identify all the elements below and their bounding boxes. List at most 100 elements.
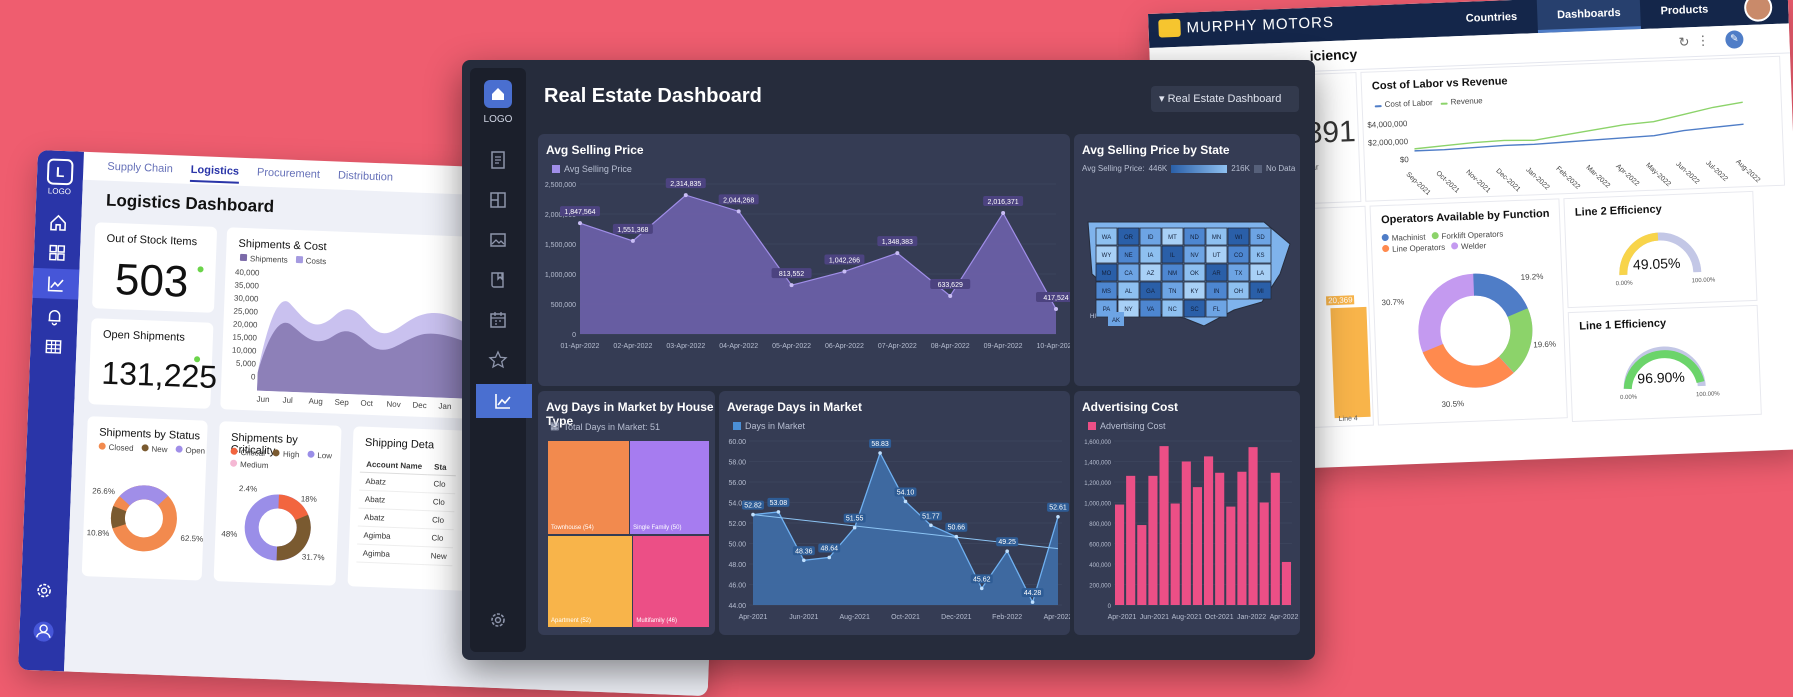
data-label: 813,552 <box>779 271 804 278</box>
grid-icon[interactable] <box>47 242 68 263</box>
logistics-logo: L <box>46 158 74 186</box>
slice-label: 62.5% <box>180 533 204 544</box>
state-label: UT <box>1213 253 1221 259</box>
x-tick: Jan <box>438 401 452 412</box>
x-tick: Jul-2022 <box>1704 159 1729 183</box>
cell: Clo <box>425 510 455 530</box>
x-tick: Sep-2021 <box>1404 171 1432 197</box>
price-by-state-card: Avg Selling Price by State Avg Selling P… <box>1074 134 1300 386</box>
x-tick: Jan-2022 <box>1237 614 1266 621</box>
data-point <box>842 269 847 274</box>
home-icon[interactable] <box>48 212 69 233</box>
table-icon[interactable] <box>43 336 64 357</box>
bar <box>1330 306 1371 419</box>
data-label: 48.64 <box>820 545 838 552</box>
status-donut <box>110 485 177 552</box>
building-icon: ▦ <box>550 421 560 432</box>
bar <box>1170 503 1180 605</box>
state-label: MO <box>1102 271 1112 277</box>
bar-label: 20,369 <box>1325 295 1355 306</box>
x-tick: Apr-2022 <box>1044 614 1070 621</box>
calendar-icon[interactable] <box>488 310 508 330</box>
book-icon[interactable] <box>488 270 508 290</box>
y-tick: 600,000 <box>1089 543 1111 549</box>
x-axis <box>227 227 487 237</box>
tab-supply-chain[interactable]: Supply Chain <box>107 161 173 181</box>
legend-closed: Closed <box>108 442 134 453</box>
tab-logistics[interactable]: Logistics <box>190 163 240 184</box>
nav-dashboards[interactable]: Dashboards <box>1536 0 1642 34</box>
house-type-treemap: Townhouse (54) Single Family (50) Apartmen… <box>548 441 709 627</box>
tab-distribution[interactable]: Distribution <box>337 170 393 190</box>
refresh-icon[interactable]: ↻ <box>1678 34 1690 50</box>
image-icon[interactable] <box>488 230 508 250</box>
shipping-details-card: Shipping Deta Account Name Sta Abatz Clo A… <box>347 426 474 591</box>
sidebar-item-analytics[interactable] <box>32 267 80 300</box>
x-tick: 10-Apr-2022 <box>1037 343 1070 350</box>
line1-card: Line 1 Efficiency 96.90% 0.00% 100.00% <box>1567 304 1762 423</box>
nav-countries[interactable]: Countries <box>1445 0 1538 37</box>
state-label: FL <box>1213 307 1221 313</box>
dashboard-dropdown[interactable]: ▾ Real Estate Dashboard <box>1151 86 1299 112</box>
data-label: 58.83 <box>871 441 889 448</box>
y-tick: 52.00 <box>728 521 746 528</box>
sidebar-item-analytics[interactable] <box>476 384 532 418</box>
x-tick: 08-Apr-2022 <box>931 343 970 350</box>
nav-products[interactable]: Products <box>1640 0 1729 29</box>
y-tick: 200,000 <box>1089 584 1111 590</box>
settings-icon[interactable] <box>34 580 55 601</box>
bar <box>1248 447 1258 605</box>
shipments-cost-card: Shipments & Cost Shipments Costs 40,000 3… <box>220 227 487 420</box>
y-tick: 10,000 <box>231 345 257 356</box>
settings-icon[interactable] <box>488 610 508 630</box>
out-of-stock-card: Out of Stock Items 503 <box>91 222 218 313</box>
x-tick: Nov-2021 <box>1464 168 1492 195</box>
bell-icon[interactable] <box>44 306 65 327</box>
state-label: OH <box>1234 289 1243 295</box>
data-label: 51.55 <box>846 516 864 523</box>
x-tick: Jun-2021 <box>1140 614 1169 621</box>
data-label: 633,629 <box>938 282 963 289</box>
bar <box>1270 472 1280 605</box>
slice-label: 30.7% <box>1381 297 1405 308</box>
tab-procurement[interactable]: Procurement <box>257 166 320 186</box>
bar <box>1115 504 1125 605</box>
chart-legend: Critical High Low Medium <box>229 447 341 473</box>
gauge-min: 0.00% <box>1615 280 1633 288</box>
slice-label: 18% <box>300 494 317 504</box>
y-tick: 56.00 <box>728 480 746 487</box>
data-point <box>630 238 635 243</box>
operators-card: Operators Available by Function Machinis… <box>1369 198 1568 426</box>
slice-label: 30.5% <box>1441 399 1465 410</box>
data-label: 1,348,383 <box>882 239 913 246</box>
card-title: Operators Available by Function <box>1380 207 1550 227</box>
legend-critical: Critical <box>240 448 266 458</box>
x-tick: Apr-2022 <box>1270 614 1299 621</box>
y-tick: 30,000 <box>233 293 259 304</box>
x-tick: Apr-2022 <box>1614 163 1641 188</box>
data-label: 2,044,268 <box>723 197 754 204</box>
bar <box>1237 471 1247 605</box>
state-label: CO <box>1234 253 1243 259</box>
data-point <box>827 555 832 560</box>
home-logo-icon[interactable] <box>484 80 512 108</box>
y-tick: 25,000 <box>233 306 259 317</box>
scale-prefix: Avg Selling Price: <box>1082 164 1145 173</box>
table-row[interactable]: Agimba New <box>356 544 454 566</box>
treemap-total: ▦ Total Days in Market: 51 <box>550 421 660 432</box>
user-icon[interactable] <box>32 620 55 643</box>
murphy-brand: MURPHY MOTORS <box>1158 13 1334 38</box>
data-label: 2,314,835 <box>670 181 701 188</box>
edit-icon[interactable]: ✎ <box>1725 30 1744 49</box>
layout-icon[interactable] <box>488 190 508 210</box>
gauge-max: 100.00% <box>1691 277 1716 285</box>
card-title: Cost of Labor vs Revenue <box>1371 75 1508 93</box>
document-icon[interactable] <box>488 150 508 170</box>
data-point <box>789 283 794 288</box>
x-tick: Aug-2021 <box>839 614 869 621</box>
tile-label: Single Family (50) <box>633 525 682 531</box>
avatar[interactable] <box>1743 0 1773 23</box>
star-icon[interactable] <box>488 350 508 370</box>
data-point <box>736 209 741 214</box>
more-icon[interactable]: ⋮ <box>1696 32 1710 48</box>
